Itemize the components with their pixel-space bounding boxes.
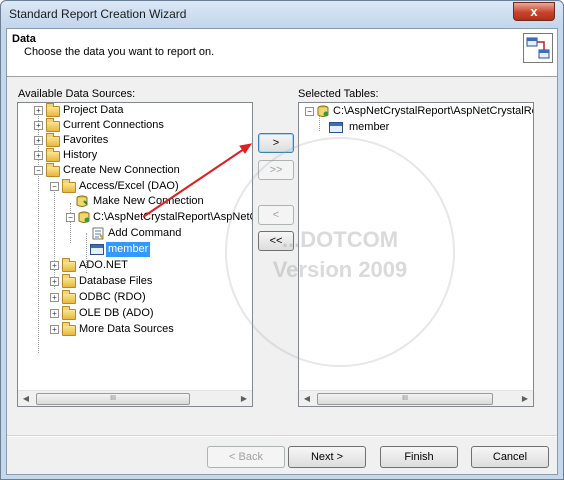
wizard-window: Standard Report Creation Wizard x Data C… (0, 0, 564, 480)
wizard-body: Data Choose the data you want to report … (6, 28, 558, 475)
finish-button[interactable]: Finish (380, 446, 458, 468)
next-button[interactable]: Next > (288, 446, 366, 468)
cancel-button[interactable]: Cancel (471, 446, 549, 468)
title-bar[interactable]: Standard Report Creation Wizard x (1, 1, 563, 27)
back-button[interactable]: < Back (207, 446, 285, 468)
annotation-arrow (142, 143, 253, 218)
window-title: Standard Report Creation Wizard (9, 7, 187, 21)
close-button[interactable]: x (513, 2, 555, 21)
footer-divider (7, 435, 557, 437)
